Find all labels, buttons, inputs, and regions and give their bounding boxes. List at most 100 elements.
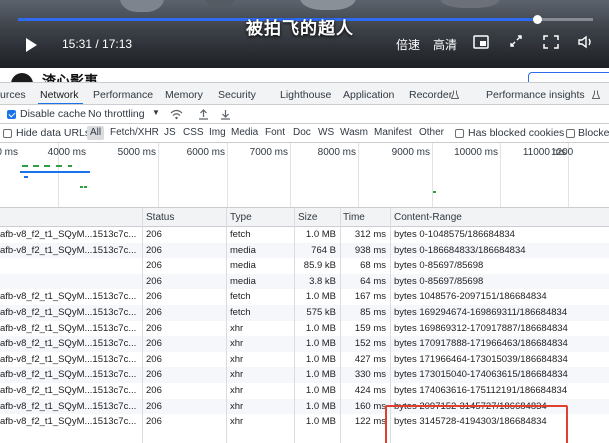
throttling-select[interactable]: No throttling [88,108,145,120]
request-content-range: bytes 0-1048575/186684834 [394,229,515,240]
tab-network[interactable]: Network [40,89,79,101]
request-time: 424 ms [354,385,386,396]
request-status: 206 [146,307,162,318]
has-blocked-cookies-checkbox[interactable] [455,129,464,138]
request-status: 206 [146,369,162,381]
fullscreen-icon[interactable] [543,35,559,49]
request-name: afb-v8_f2_t1_SQyM...1513c7c... [0,353,137,365]
video-frame-shape [205,0,235,8]
table-row[interactable]: afb-v8_f2_t1_SQyM...1513c7c... 206 xhr 1.0 … [0,321,609,337]
overview-tick: 6000 ms [186,147,225,158]
column-divider [340,208,341,443]
table-row[interactable]: afb-v8_f2_t1_SQyM...1513c7c... 206 fetch 57… [0,305,609,321]
speed-button[interactable]: 倍速 [396,36,420,53]
overview-tick: 9000 ms [391,147,430,158]
request-status: 206 [146,291,162,303]
request-status: 206 [146,353,162,365]
filter-other[interactable]: Other [416,126,447,140]
blocked-checkbox[interactable] [566,129,575,138]
tab-lighthouse[interactable]: Lighthouse [280,89,331,101]
overview-gridline [290,143,291,207]
filter-fetch-xhr[interactable]: Fetch/XHR [107,126,162,140]
request-status: 206 [146,400,162,412]
column-type[interactable]: Type [230,212,252,223]
volume-icon[interactable] [578,35,594,49]
quality-button[interactable]: 高清 [433,36,457,53]
tab-application[interactable]: Application [343,89,394,101]
column-size[interactable]: Size [298,212,317,223]
import-icon[interactable] [198,109,209,120]
table-row[interactable]: afb-v8_f2_t1_SQyM...1513c7c... 206 fetch 1.… [0,227,609,243]
filter-wasm[interactable]: Wasm [337,126,371,140]
table-row[interactable]: 206 media 85.9 kB 68 ms bytes 0-85697/85698 [0,258,609,274]
filter-all[interactable]: All [87,126,105,140]
fullscreen-web-icon[interactable] [508,35,524,49]
request-type: xhr [230,400,244,412]
tab-sources[interactable]: urces [0,89,26,101]
tab-security[interactable]: Security [218,89,256,101]
hide-data-urls-checkbox[interactable] [3,129,12,138]
video-frame-shape [120,0,164,12]
video-player[interactable]: 被拍飞的超人 15:31 / 17:13 倍速 高清 [0,0,609,68]
network-overview[interactable]: 0 ms 4000 ms 5000 ms 6000 ms 7000 ms 800… [0,143,609,208]
request-type: xhr [230,385,244,396]
request-size: 1.0 MB [305,353,336,365]
request-type: fetch [230,307,251,318]
filter-manifest[interactable]: Manifest [371,126,415,140]
filter-css[interactable]: CSS [180,126,207,140]
video-frame-shape [440,0,500,8]
play-icon[interactable] [26,38,37,52]
column-content-range[interactable]: Content-Range [394,212,462,223]
tab-recorder[interactable]: Recorder [409,89,452,101]
request-type: xhr [230,338,244,350]
devtools-tab-bar: urces Network Performance Memory Securit… [0,83,609,105]
channel-name[interactable]: 渣心影事 [42,71,98,82]
video-time: 15:31 / 17:13 [62,37,133,51]
table-row[interactable]: afb-v8_f2_t1_SQyM...1513c7c... 206 xhr 1.0 … [0,336,609,352]
wifi-icon[interactable] [170,109,183,120]
filter-ws[interactable]: WS [315,126,337,140]
request-time: 330 ms [354,369,386,381]
request-size: 1.0 MB [305,338,336,350]
filter-media[interactable]: Media [228,126,261,140]
request-type: xhr [230,369,244,381]
avatar[interactable] [11,73,33,82]
filter-font[interactable]: Font [262,126,288,140]
waterfall-segment [22,165,28,167]
disable-cache-checkbox[interactable] [7,110,16,119]
table-row[interactable]: afb-v8_f2_t1_SQyM...1513c7c... 206 xhr 1.0 … [0,383,609,399]
request-size: 85.9 kB [303,260,336,272]
request-content-range: bytes 173015040-174063615/186684834 [394,369,568,381]
request-time: 938 ms [354,244,386,256]
overview-tick: 5000 ms [117,147,156,158]
chevron-down-icon[interactable]: ▼ [152,108,160,117]
tab-performance[interactable]: Performance [93,89,153,101]
request-content-range: bytes 174063616-175112191/186684834 [394,385,568,396]
table-row[interactable]: afb-v8_f2_t1_SQyM...1513c7c... 206 media 76… [0,242,609,259]
table-row[interactable]: afb-v8_f2_t1_SQyM...1513c7c... 206 fetch 1.… [0,289,609,305]
table-row[interactable]: afb-v8_f2_t1_SQyM...1513c7c... 206 xhr 1.0 … [0,367,609,383]
overview-tick: 10000 ms [454,147,498,158]
filter-img[interactable]: Img [206,126,229,140]
request-content-range: bytes 169869312-170917887/186684834 [394,322,568,334]
request-type: xhr [230,353,244,365]
pip-icon[interactable] [473,35,489,49]
column-status[interactable]: Status [146,212,174,223]
tab-memory[interactable]: Memory [165,89,203,101]
filter-bar: Hide data URLs All Fetch/XHR JS CSS Img … [0,124,609,143]
follow-button[interactable] [528,72,609,82]
filter-js[interactable]: JS [161,126,179,140]
request-status: 206 [146,322,162,334]
tab-performance-insights[interactable]: Performance insights [486,89,585,101]
request-status: 206 [146,260,162,272]
request-time: 312 ms [354,229,386,240]
waterfall-segment [20,171,90,173]
request-size: 1.0 MB [305,385,336,396]
video-progress-knob[interactable] [532,15,542,24]
request-size: 1.0 MB [305,369,336,381]
export-icon[interactable] [220,109,231,120]
table-row[interactable]: 206 media 3.8 kB 64 ms bytes 0-85697/85698 [0,273,609,290]
filter-doc[interactable]: Doc [290,126,314,140]
column-time[interactable]: Time [343,212,365,223]
table-row[interactable]: afb-v8_f2_t1_SQyM...1513c7c... 206 xhr 1.0 … [0,352,609,368]
